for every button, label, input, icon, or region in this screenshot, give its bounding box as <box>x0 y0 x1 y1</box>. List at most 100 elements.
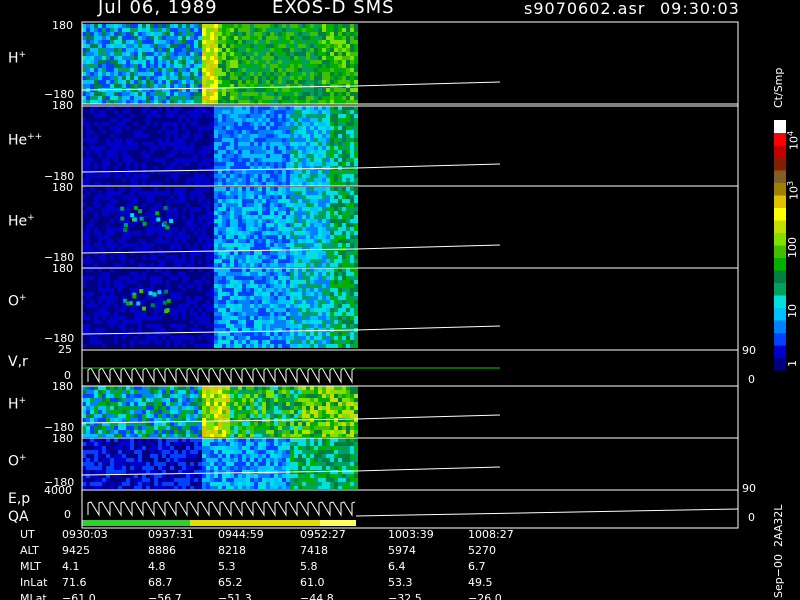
panel-label-qa: QA <box>8 509 29 525</box>
colorbar-swatch-16 <box>774 157 786 171</box>
rtick-vr-top: 90 <box>742 344 756 357</box>
table-cell: 65.2 <box>218 576 243 589</box>
colorbar-swatch-18 <box>774 132 786 146</box>
table-cell: 49.5 <box>468 576 493 589</box>
table-cell: 0952:27 <box>300 528 346 541</box>
table-cell: 1003:39 <box>388 528 434 541</box>
table-cell: 68.7 <box>148 576 173 589</box>
colorbar-swatch-17 <box>774 145 786 158</box>
colorbar-swatch-13 <box>774 195 786 208</box>
colorbar-swatch-4 <box>774 307 786 321</box>
table-cell: 6.7 <box>468 560 486 573</box>
colorbar-swatch-2 <box>774 332 786 346</box>
colorbar-swatch-7 <box>774 270 786 283</box>
spectrogram-plot <box>81 21 739 529</box>
ytick-p3-top: 180 <box>52 262 73 275</box>
table-row-label-ut: UT <box>20 528 35 541</box>
table-cell: −26.0 <box>468 592 502 600</box>
panel-0-cells <box>82 24 358 104</box>
table-cell: 5270 <box>468 544 496 557</box>
table-row-label-alt: ALT <box>20 544 39 557</box>
table-cell: 8218 <box>218 544 246 557</box>
rtick-ep-top: 90 <box>742 482 756 495</box>
table-cell: −61.0 <box>62 592 96 600</box>
table-cell: 0937:31 <box>148 528 194 541</box>
qa-bar-light <box>320 520 356 526</box>
table-cell: 5.3 <box>218 560 236 573</box>
colorbar-swatch-5 <box>774 295 786 308</box>
colorbar-tick-1000: 103 <box>786 180 800 200</box>
colorbar-tick-1: 1 <box>786 360 799 367</box>
ytick-p5-top: 180 <box>52 380 73 393</box>
panel-2-cells <box>82 187 358 267</box>
table-row-label-mlt: MLT <box>20 560 41 573</box>
rtick-vr-bottom: 0 <box>748 373 755 386</box>
table-cell: 61.0 <box>300 576 325 589</box>
ep-tail <box>355 508 739 517</box>
panel-label-he-plus: He+ <box>8 213 35 230</box>
table-cell: 6.4 <box>388 560 406 573</box>
table-cell: 1008:27 <box>468 528 514 541</box>
ytick-p7-top: 4000 <box>44 484 72 497</box>
qa-bar-green <box>82 520 190 526</box>
table-cell: 71.6 <box>62 576 87 589</box>
table-cell: −56.7 <box>148 592 182 600</box>
qa-bar-yellow <box>190 520 320 526</box>
panel-1-cells <box>82 106 358 186</box>
table-cell: −32.5 <box>388 592 422 600</box>
table-cell: 4.1 <box>62 560 80 573</box>
colorbar-swatch-11 <box>774 220 786 233</box>
table-cell: 5.8 <box>300 560 318 573</box>
colorbar-swatch-19 <box>774 120 786 133</box>
spectrogram-window: { "header": { "date": "Jul 06, 1989", "i… <box>0 0 800 600</box>
table-row-label-mlat: MLat <box>20 592 47 600</box>
table-cell: 53.3 <box>388 576 413 589</box>
colorbar-swatch-3 <box>774 320 786 333</box>
panel-5-cells <box>82 438 358 489</box>
table-cell: 0930:03 <box>62 528 108 541</box>
colorbar-swatch-14 <box>774 182 786 196</box>
table-cell: 0944:59 <box>218 528 264 541</box>
panel-label-o-plus: O+ <box>8 293 27 310</box>
vr-trace <box>82 367 500 384</box>
panel-4-cells <box>82 386 358 437</box>
table-cell: 5974 <box>388 544 416 557</box>
panel-label-he-plusplus: He++ <box>8 132 43 149</box>
version-label: Sep−00 2AA32L <box>772 504 785 598</box>
ytick-p2-top: 180 <box>52 181 73 194</box>
colorbar-title: Ct/Smp <box>772 67 785 108</box>
colorbar-swatch-8 <box>774 257 786 271</box>
panel-label-h-plus: H+ <box>8 50 27 67</box>
panel-label-ep: E,p <box>8 491 31 507</box>
table-cell: −44.8 <box>300 592 334 600</box>
colorbar-tick-10: 10 <box>786 304 799 318</box>
ytick-p7-bottom: 0 <box>64 508 71 521</box>
panel-label-o-plus-2: O+ <box>8 453 27 470</box>
panel-label-h-plus-2: H+ <box>8 396 27 413</box>
colorbar-swatch-9 <box>774 245 786 258</box>
table-cell: 7418 <box>300 544 328 557</box>
colorbar-tick-10000: 104 <box>786 130 800 150</box>
ytick-p1-top: 180 <box>52 99 73 112</box>
table-row-label-inlat: InLat <box>20 576 48 589</box>
ytick-p4-top: 25 <box>58 343 72 356</box>
rtick-ep-bottom: 0 <box>748 511 755 524</box>
colorbar-swatch-10 <box>774 232 786 246</box>
table-cell: 9425 <box>62 544 90 557</box>
colorbar-tick-100: 100 <box>786 237 799 258</box>
table-cell: 8886 <box>148 544 176 557</box>
panel-label-vr: V,r <box>8 354 28 370</box>
ytick-p0-top: 180 <box>52 19 73 32</box>
panel-3-cells <box>82 268 358 348</box>
vr-sawtooth <box>87 367 356 384</box>
colorbar-swatch-0 <box>774 357 786 371</box>
colorbar-swatch-12 <box>774 207 786 221</box>
table-cell: 4.8 <box>148 560 166 573</box>
ep-trace <box>82 501 739 526</box>
ytick-p6-top: 180 <box>52 432 73 445</box>
table-cell: −51.3 <box>218 592 252 600</box>
ep-sawtooth <box>87 501 356 517</box>
colorbar-swatch-15 <box>774 170 786 183</box>
colorbar-swatch-1 <box>774 345 786 358</box>
colorbar-swatch-6 <box>774 282 786 296</box>
